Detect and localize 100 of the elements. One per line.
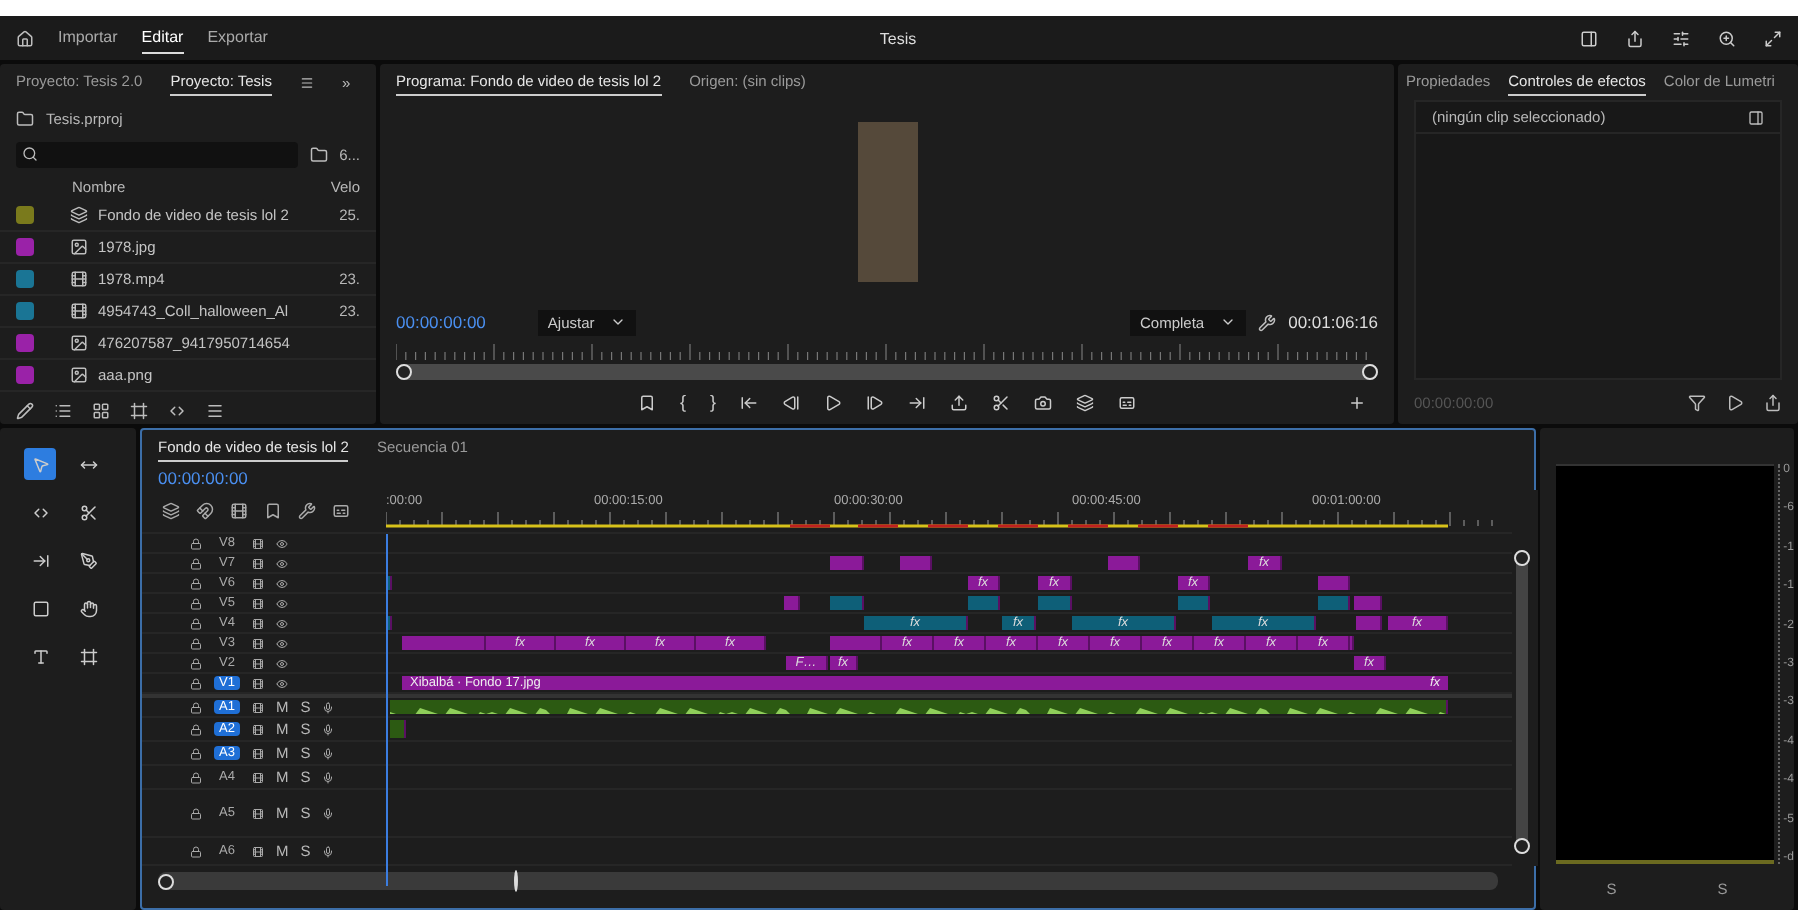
panel-icon[interactable] [1748, 109, 1764, 125]
image-icon [70, 238, 88, 256]
lock-icon[interactable] [190, 637, 202, 649]
video-clip[interactable] [968, 596, 1000, 610]
mark-in-button[interactable]: { [679, 392, 686, 412]
search-field[interactable] [16, 141, 298, 167]
video-clip[interactable] [1038, 596, 1072, 610]
pen-icon [79, 551, 97, 569]
eye-icon[interactable] [276, 657, 288, 669]
step-forward-icon[interactable] [866, 393, 885, 411]
video-clip[interactable] [1354, 596, 1382, 610]
video-clip[interactable] [1318, 576, 1350, 590]
mic-icon[interactable] [322, 723, 335, 735]
video-clip[interactable] [830, 596, 864, 610]
lock-icon[interactable] [190, 807, 202, 819]
track-scrollbar[interactable] [1516, 550, 1528, 854]
zoom-scrollbar[interactable] [396, 364, 1378, 380]
chevron-icon [1220, 314, 1237, 330]
step-back-icon[interactable] [782, 393, 801, 411]
timecode[interactable]: 00:00:00:00 [396, 312, 486, 332]
folder-icon [16, 109, 34, 127]
wrench-icon[interactable] [1258, 313, 1277, 331]
lock-icon[interactable] [190, 537, 202, 549]
plus-icon[interactable] [1348, 393, 1366, 411]
maximize-icon[interactable] [1764, 29, 1782, 47]
nest-icon[interactable] [162, 502, 180, 520]
mic-icon[interactable] [322, 771, 335, 783]
lock-icon[interactable] [190, 597, 202, 609]
workspace-tab[interactable]: Editar [141, 22, 184, 54]
search-icon [22, 146, 38, 162]
captions-icon[interactable] [332, 502, 350, 520]
list-view-icon[interactable] [54, 401, 72, 419]
mic-icon[interactable] [322, 747, 335, 759]
razor-icon [79, 503, 97, 521]
eye-icon[interactable] [276, 677, 288, 689]
menu-icon[interactable] [299, 75, 314, 89]
zoom-icon[interactable] [1718, 29, 1736, 47]
lock-icon[interactable] [190, 617, 202, 629]
arrows-icon [79, 455, 97, 473]
go-to-out-icon[interactable] [908, 393, 927, 411]
camera-icon[interactable] [1034, 393, 1053, 411]
audio-clip[interactable] [390, 720, 406, 738]
pencil-icon[interactable] [16, 401, 34, 419]
grid-view-icon[interactable] [92, 401, 110, 419]
go-to-in-icon[interactable] [740, 393, 759, 411]
snap-icon[interactable] [196, 502, 214, 520]
mic-icon[interactable] [322, 845, 335, 857]
video-clip[interactable] [1318, 596, 1350, 610]
captions-icon[interactable] [1118, 393, 1137, 411]
sort-icon[interactable] [206, 401, 224, 419]
panel-icon[interactable] [1580, 29, 1598, 47]
lock-icon[interactable] [190, 677, 202, 689]
marker-icon[interactable] [264, 502, 282, 520]
workspace-tab[interactable]: Importar [58, 22, 118, 54]
lock-icon[interactable] [190, 557, 202, 569]
window-title: Tesis [879, 29, 917, 47]
rectangle-icon [31, 599, 49, 617]
home-icon[interactable] [16, 29, 34, 47]
eye-icon[interactable] [276, 637, 288, 649]
chevron-icon [610, 314, 627, 330]
mark-out-button[interactable]: } [710, 392, 717, 412]
lock-icon[interactable] [190, 577, 202, 589]
eye-icon[interactable] [276, 557, 288, 569]
share-icon[interactable] [1626, 29, 1644, 47]
marker-icon[interactable] [637, 393, 656, 411]
selection-tool[interactable] [24, 448, 56, 480]
image-icon [70, 334, 88, 352]
lock-icon[interactable] [190, 657, 202, 669]
workspace-tab[interactable]: Exportar [207, 22, 268, 54]
export-icon[interactable] [1764, 393, 1782, 411]
audio-clip[interactable] [390, 700, 1448, 714]
eye-icon[interactable] [276, 617, 288, 629]
hand-icon [79, 599, 97, 617]
video-clip[interactable] [402, 636, 486, 650]
video-clip[interactable] [830, 636, 882, 650]
mic-icon[interactable] [322, 807, 335, 819]
video-clip[interactable] [1108, 556, 1140, 570]
timeline-scrollbar[interactable] [158, 872, 1498, 890]
mic-icon[interactable] [322, 701, 335, 713]
sequence-icon [70, 206, 88, 224]
play-only-icon[interactable] [1726, 393, 1744, 411]
lock-icon[interactable] [190, 723, 202, 735]
play-icon[interactable] [824, 393, 843, 411]
lock-icon[interactable] [190, 747, 202, 759]
lock-icon[interactable] [190, 701, 202, 713]
duration: 00:01:06:16 [1288, 312, 1378, 332]
lock-icon[interactable] [190, 845, 202, 857]
filter-icon[interactable] [1688, 393, 1706, 411]
eye-icon[interactable] [276, 597, 288, 609]
eye-icon[interactable] [276, 537, 288, 549]
lock-icon[interactable] [190, 771, 202, 783]
video-clip[interactable] [784, 596, 800, 610]
video-clip[interactable] [830, 556, 864, 570]
sliders-icon[interactable] [1672, 29, 1690, 47]
wrench-icon[interactable] [298, 502, 316, 520]
video-clip[interactable] [1178, 596, 1210, 610]
video-clip[interactable] [1356, 616, 1382, 630]
video-clip[interactable] [900, 556, 932, 570]
timecode[interactable]: 00:00:00:00 [158, 468, 248, 488]
eye-icon[interactable] [276, 577, 288, 589]
